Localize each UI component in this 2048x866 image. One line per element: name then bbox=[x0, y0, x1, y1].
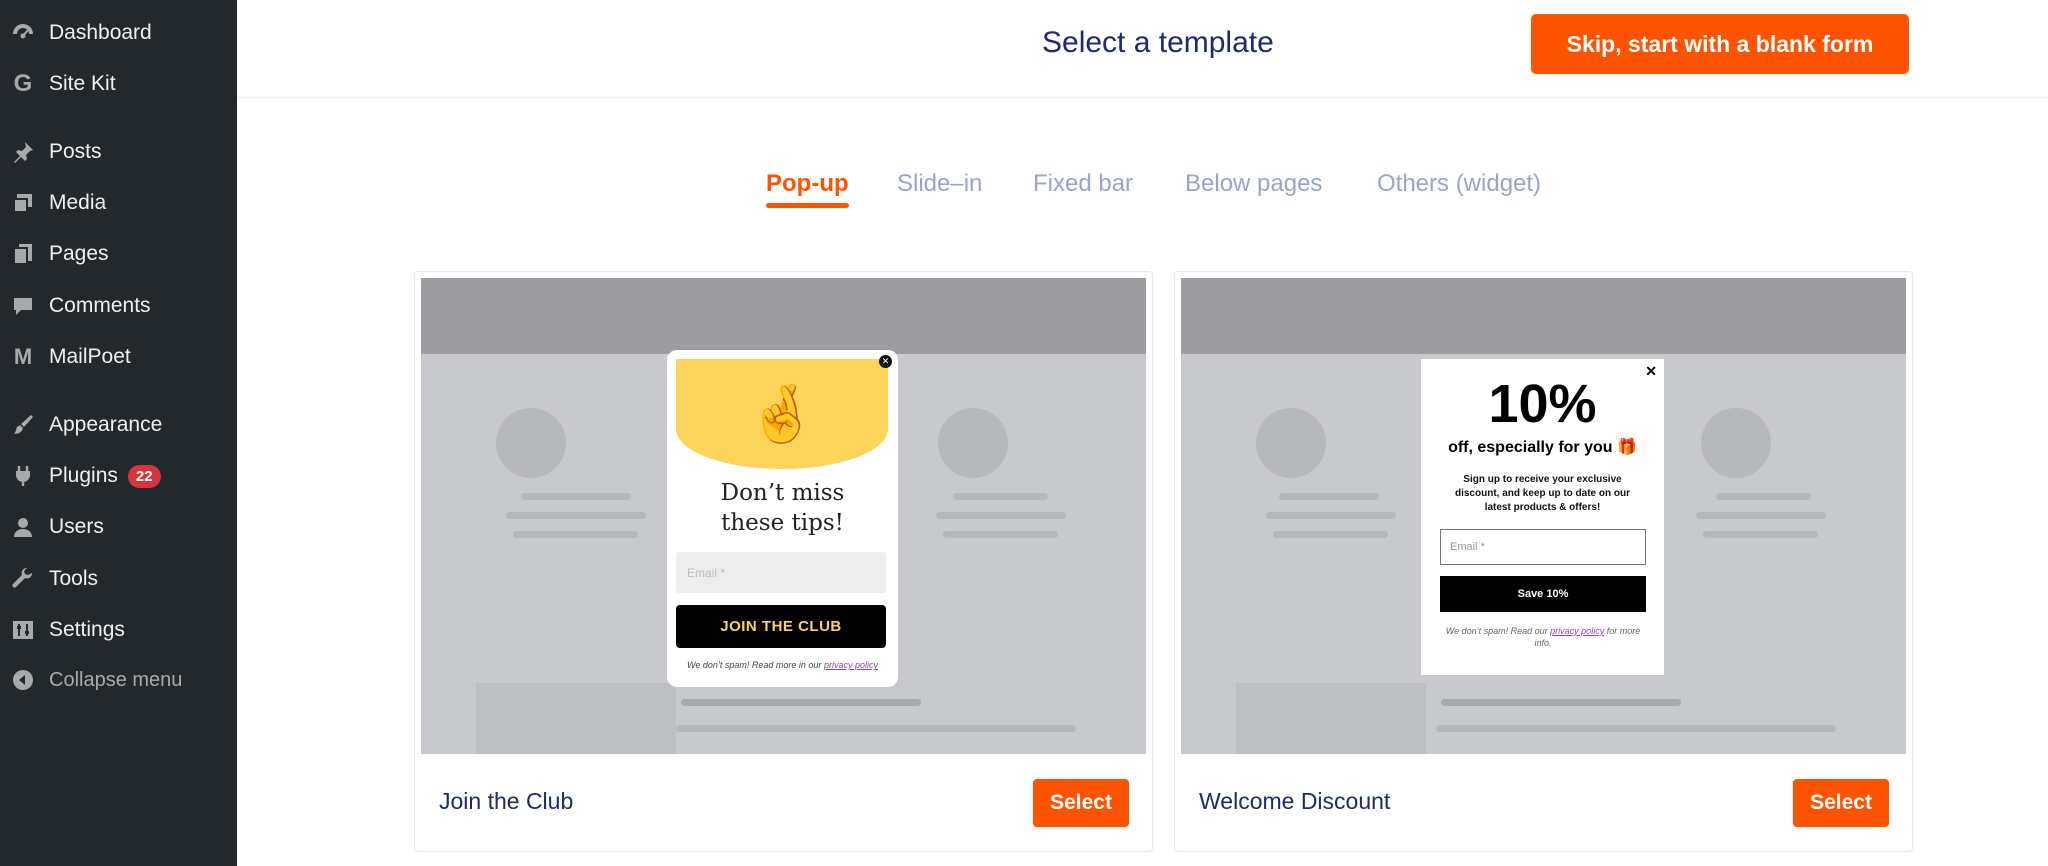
popup-preview: 🤞 ✕ Don’t miss these tips! Email * JOIN … bbox=[667, 350, 898, 687]
popup-fine-print: We don’t spam! Read our privacy policy f… bbox=[1445, 626, 1641, 648]
preview-placeholder-line bbox=[1716, 493, 1811, 500]
template-preview[interactable]: 🤞 ✕ Don’t miss these tips! Email * JOIN … bbox=[421, 278, 1146, 754]
popup-join-button: JOIN THE CLUB bbox=[676, 605, 886, 648]
sidebar-item-tools[interactable]: Tools bbox=[0, 559, 237, 599]
template-title: Join the Club bbox=[439, 788, 574, 814]
comment-icon bbox=[10, 293, 36, 319]
preview-header-strip bbox=[1181, 278, 1906, 354]
page-title: Select a template bbox=[1042, 26, 1274, 59]
sidebar-item-posts[interactable]: Posts bbox=[0, 132, 237, 172]
crossed-fingers-icon: 🤞 bbox=[747, 382, 817, 445]
sidebar-item-label: Dashboard bbox=[49, 21, 152, 44]
sidebar-item-plugins[interactable]: Plugins 22 bbox=[0, 456, 237, 496]
sidebar-item-label: Appearance bbox=[49, 413, 163, 436]
discount-percent: 10% bbox=[1488, 374, 1597, 434]
sidebar-item-label: Settings bbox=[49, 618, 125, 641]
template-card-welcome-discount[interactable]: ✕ 10% off, especially for you 🎁 Sign up … bbox=[1174, 271, 1913, 852]
skip-blank-form-button[interactable]: Skip, start with a blank form bbox=[1531, 14, 1909, 74]
close-icon: ✕ bbox=[879, 355, 892, 368]
sidebar-item-label: Collapse menu bbox=[49, 668, 183, 691]
brush-icon bbox=[10, 412, 36, 438]
sidebar-item-site-kit[interactable]: G Site Kit bbox=[0, 64, 237, 104]
preview-placeholder-line bbox=[1441, 699, 1681, 706]
google-g-icon: G bbox=[13, 70, 33, 97]
preview-placeholder-line bbox=[1279, 493, 1379, 500]
template-card-join-the-club[interactable]: 🤞 ✕ Don’t miss these tips! Email * JOIN … bbox=[414, 271, 1153, 852]
sidebar-item-label: Tools bbox=[49, 567, 99, 590]
preview-placeholder-circle bbox=[1256, 408, 1326, 478]
sidebar-item-label: MailPoet bbox=[49, 345, 131, 368]
sidebar-item-pages[interactable]: Pages bbox=[0, 234, 237, 274]
preview-placeholder-circle bbox=[938, 408, 1008, 478]
preview-placeholder-line bbox=[506, 512, 646, 519]
collapse-menu-button[interactable]: Collapse menu bbox=[0, 660, 237, 700]
sidebar-item-label: Plugins bbox=[49, 464, 118, 487]
preview-placeholder-line bbox=[513, 531, 638, 538]
preview-placeholder-line bbox=[943, 531, 1058, 538]
sidebar-item-mailpoet[interactable]: M MailPoet bbox=[0, 337, 237, 377]
sidebar-item-settings[interactable]: Settings bbox=[0, 610, 237, 650]
sidebar-item-users[interactable]: Users bbox=[0, 507, 237, 547]
preview-placeholder-line bbox=[681, 699, 921, 706]
active-tab-indicator bbox=[766, 203, 849, 208]
popup-fine-print: We don’t spam! Read more in our privacy … bbox=[687, 660, 878, 670]
popup-email-field: Email * bbox=[676, 552, 886, 593]
preview-placeholder-line bbox=[1436, 725, 1836, 732]
preview-placeholder-block bbox=[1236, 683, 1426, 754]
preview-placeholder-line bbox=[1696, 512, 1826, 519]
sidebar-item-label: Media bbox=[49, 191, 107, 214]
sidebar-item-label: Users bbox=[49, 515, 104, 538]
preview-placeholder-circle bbox=[496, 408, 566, 478]
discount-subtitle: off, especially for you 🎁 bbox=[1448, 439, 1637, 456]
plugin-icon bbox=[10, 463, 36, 489]
select-template-button[interactable]: Select bbox=[1033, 779, 1129, 827]
sidebar-item-dashboard[interactable]: Dashboard bbox=[0, 13, 237, 53]
popup-preview: ✕ 10% off, especially for you 🎁 Sign up … bbox=[1421, 359, 1664, 675]
tab-below-pages[interactable]: Below pages bbox=[1185, 170, 1322, 198]
preview-header-strip bbox=[421, 278, 1146, 354]
mailpoet-icon: M bbox=[13, 344, 33, 369]
collapse-arrow-icon bbox=[10, 667, 36, 693]
template-preview[interactable]: ✕ 10% off, especially for you 🎁 Sign up … bbox=[1181, 278, 1906, 754]
discount-description: Sign up to receive your exclusive discou… bbox=[1454, 474, 1630, 513]
preview-placeholder-line bbox=[676, 725, 1076, 732]
preview-placeholder-line bbox=[936, 512, 1066, 519]
sidebar-item-comments[interactable]: Comments bbox=[0, 286, 237, 326]
popup-hero: 🤞 bbox=[676, 359, 888, 469]
preview-placeholder-line bbox=[1266, 512, 1396, 519]
tab-slide-in[interactable]: Slide–in bbox=[897, 170, 982, 198]
tab-fixed-bar[interactable]: Fixed bar bbox=[1033, 170, 1133, 198]
popup-save-button: Save 10% bbox=[1440, 576, 1646, 612]
sliders-icon bbox=[10, 617, 36, 643]
sidebar-item-label: Pages bbox=[49, 242, 109, 265]
tab-others-widget[interactable]: Others (widget) bbox=[1377, 170, 1541, 198]
dashboard-icon bbox=[10, 20, 36, 46]
popup-headline: Don’t miss these tips! bbox=[720, 480, 845, 536]
pages-icon bbox=[10, 241, 36, 267]
sidebar-item-appearance[interactable]: Appearance bbox=[0, 405, 237, 445]
sidebar-item-label: Comments bbox=[49, 294, 151, 317]
select-template-button[interactable]: Select bbox=[1793, 779, 1889, 827]
admin-sidebar: Dashboard G Site Kit Posts Media Pages C… bbox=[0, 0, 237, 866]
media-icon bbox=[10, 190, 36, 216]
preview-placeholder-circle bbox=[1701, 408, 1771, 478]
preview-placeholder-line bbox=[1703, 531, 1818, 538]
preview-placeholder-line bbox=[521, 493, 631, 500]
wrench-icon bbox=[10, 566, 36, 592]
preview-placeholder-line bbox=[1273, 531, 1388, 538]
preview-placeholder-line bbox=[953, 493, 1048, 500]
pushpin-icon bbox=[10, 139, 36, 165]
plugins-update-badge: 22 bbox=[127, 464, 161, 488]
sidebar-item-label: Site Kit bbox=[49, 72, 116, 95]
sidebar-item-media[interactable]: Media bbox=[0, 183, 237, 223]
preview-placeholder-block bbox=[476, 683, 676, 754]
sidebar-item-label: Posts bbox=[49, 140, 102, 163]
popup-email-field: Email * bbox=[1440, 529, 1646, 565]
user-icon bbox=[10, 514, 36, 540]
tab-popup[interactable]: Pop-up bbox=[766, 170, 849, 198]
template-title: Welcome Discount bbox=[1199, 788, 1391, 814]
